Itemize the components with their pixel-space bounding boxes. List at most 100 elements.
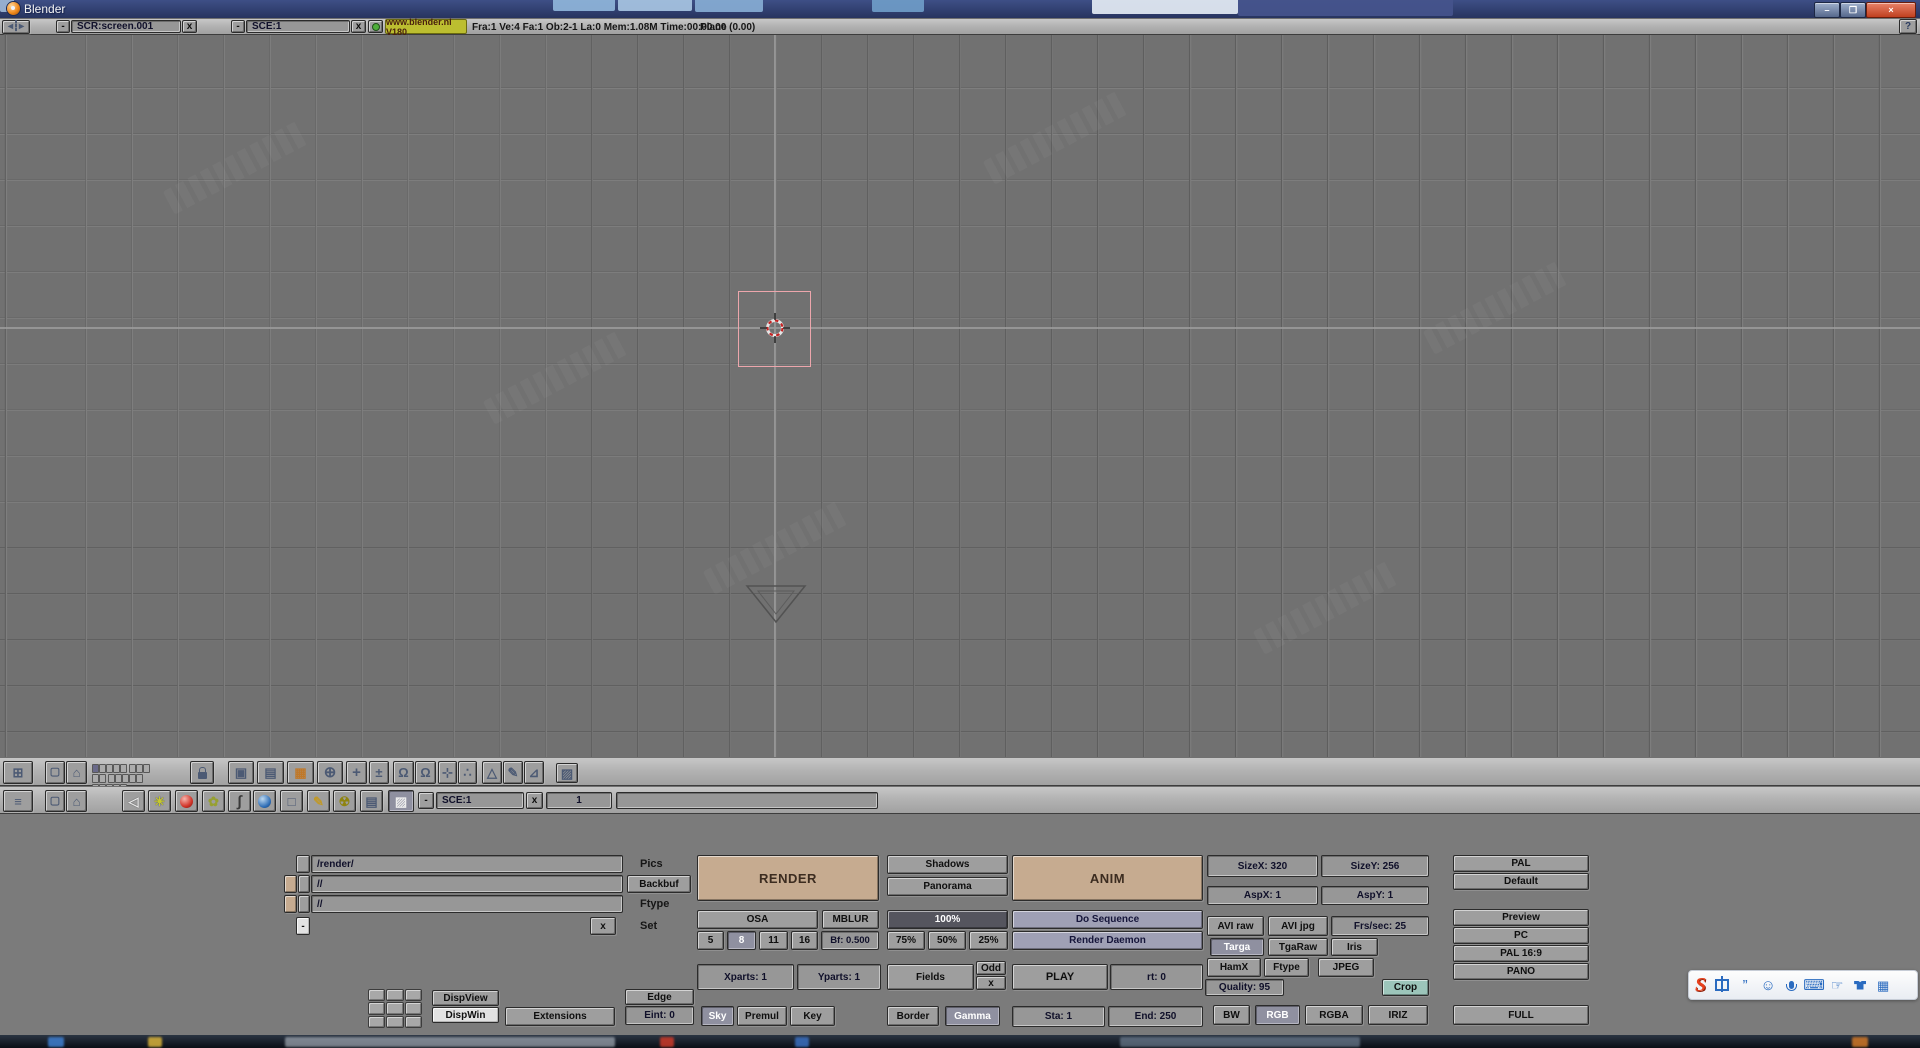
view-buttons-icon[interactable]: ◁	[122, 790, 145, 812]
fields-x-toggle[interactable]: x	[976, 976, 1006, 990]
osa-16-button[interactable]: 16	[791, 931, 818, 950]
edge-toggle[interactable]: Edge	[625, 989, 694, 1005]
anim-button[interactable]: ANIM	[1012, 855, 1203, 901]
pics-path-field[interactable]: /render/	[311, 855, 623, 873]
preset-default-button[interactable]: Default	[1453, 873, 1589, 890]
orange-box-icon[interactable]: ▦	[287, 761, 314, 784]
draw-mode-icon[interactable]: ▣	[228, 761, 254, 784]
blur-factor-field[interactable]: Bf: 0.500	[821, 931, 879, 950]
end-field[interactable]: End: 250	[1108, 1006, 1203, 1027]
full-window-icon[interactable]: ▢	[45, 790, 65, 812]
eint-field[interactable]: Eint: 0	[625, 1006, 694, 1025]
set-minus-button[interactable]: -	[296, 917, 310, 935]
taskbar-icon[interactable]	[795, 1037, 809, 1047]
proportional-edit-icon[interactable]: Ω	[393, 761, 414, 784]
size-100-button[interactable]: 100%	[887, 910, 1008, 929]
bw-button[interactable]: BW	[1213, 1005, 1250, 1025]
face-select-icon[interactable]: △	[482, 761, 502, 784]
full-window-icon[interactable]: ▢	[45, 761, 65, 784]
avi-jpg-button[interactable]: AVI jpg	[1268, 916, 1328, 936]
jpeg-button[interactable]: JPEG	[1318, 958, 1374, 977]
screen-name-field[interactable]: SCR:screen.001	[71, 20, 181, 33]
backbuf-toggle-small[interactable]	[284, 875, 297, 893]
taskbar-window-button[interactable]	[1120, 1037, 1360, 1047]
windows-taskbar[interactable]	[0, 1035, 1920, 1048]
ftype-path-field[interactable]: //	[311, 895, 623, 913]
preset-full-button[interactable]: FULL	[1453, 1005, 1589, 1025]
minimize-button[interactable]: –	[1814, 2, 1840, 18]
render-buttons-icon[interactable]: ▨	[388, 790, 414, 812]
empty-field[interactable]	[616, 792, 878, 809]
ipo-buttons-icon[interactable]: ∫	[228, 790, 251, 812]
lamp-buttons-icon[interactable]: ☀	[148, 790, 171, 812]
quality-field[interactable]: Quality: 95	[1205, 979, 1284, 996]
home-view-icon[interactable]: ⌂	[66, 790, 87, 812]
fields-toggle[interactable]: Fields	[887, 964, 974, 990]
taskbar-window-button[interactable]	[285, 1037, 615, 1047]
set-clear-button[interactable]: x	[590, 917, 616, 935]
preset-pc-button[interactable]: PC	[1453, 927, 1589, 944]
pics-browse-button[interactable]	[296, 855, 310, 873]
punctuation-icon[interactable]: ”	[1738, 978, 1752, 993]
size-25-button[interactable]: 25%	[969, 931, 1008, 950]
camera-object[interactable]	[743, 584, 809, 626]
sizex-field[interactable]: SizeX: 320	[1207, 855, 1318, 877]
taskbar-icon[interactable]	[48, 1037, 64, 1047]
collapse-button[interactable]: -	[418, 792, 434, 809]
mblur-toggle[interactable]: MBLUR	[822, 910, 879, 929]
lock-layers-icon[interactable]	[190, 761, 214, 784]
osa-11-button[interactable]: 11	[759, 931, 788, 950]
rgba-button[interactable]: RGBA	[1305, 1005, 1363, 1025]
skin-icon[interactable]	[1853, 981, 1867, 990]
edit-buttons-icon[interactable]: □	[280, 790, 303, 812]
texture-buttons-icon[interactable]: ✿	[202, 790, 225, 812]
scene-name-field[interactable]: SCE:1	[436, 792, 524, 809]
os-titlebar[interactable]: Blender – ❐ ×	[0, 0, 1920, 18]
scene-name-field[interactable]: SCE:1	[246, 20, 350, 33]
taskbar-icon[interactable]	[1852, 1037, 1868, 1047]
extensions-toggle[interactable]: Extensions	[505, 1007, 615, 1026]
osa-toggle[interactable]: OSA	[697, 910, 818, 929]
ftype-toggle-small[interactable]	[284, 895, 297, 913]
plus-minus-icon[interactable]: ±	[369, 761, 389, 784]
pencil-icon[interactable]: ✎	[503, 761, 523, 784]
voice-input-icon[interactable]	[1784, 981, 1798, 989]
sizey-field[interactable]: SizeY: 256	[1321, 855, 1429, 877]
preset-pano-button[interactable]: PANO	[1453, 963, 1589, 980]
dispwin-toggle[interactable]: DispWin	[432, 1007, 499, 1023]
sky-toggle[interactable]: Sky	[701, 1006, 734, 1026]
preset-preview-button[interactable]: Preview	[1453, 909, 1589, 926]
sogou-logo[interactable]: S	[1695, 974, 1706, 997]
aspy-field[interactable]: AspY: 1	[1321, 886, 1429, 905]
render-button[interactable]: RENDER	[697, 855, 879, 901]
frs-sec-field[interactable]: Frs/sec: 25	[1331, 916, 1429, 936]
translate-manipulator-icon[interactable]: +	[346, 761, 367, 784]
osa-8-button[interactable]: 8	[727, 931, 756, 950]
snap-icon[interactable]: ⊹	[438, 761, 457, 784]
proportional-falloff-icon[interactable]: Ω	[415, 761, 436, 784]
close-button[interactable]: ×	[1866, 2, 1916, 18]
do-sequence-toggle[interactable]: Do Sequence	[1012, 910, 1203, 929]
iriz-button[interactable]: IRIZ	[1368, 1005, 1428, 1025]
cursor-3d[interactable]	[759, 312, 791, 344]
home-view-icon[interactable]: ⌂	[66, 761, 87, 784]
sta-field[interactable]: Sta: 1	[1012, 1006, 1105, 1027]
window-type-icon[interactable]: ◂┇▸	[2, 20, 30, 34]
scene-delete-button[interactable]: x	[351, 20, 366, 33]
lasso-icon[interactable]: ⊿	[524, 761, 544, 784]
preset-pal169-button[interactable]: PAL 16:9	[1453, 945, 1589, 962]
backbuf-button[interactable]: Backbuf	[627, 875, 691, 893]
collapse-button[interactable]: -	[56, 20, 70, 33]
dots-icon[interactable]: ∴	[458, 761, 477, 784]
material-buttons-icon[interactable]	[175, 790, 198, 812]
preset-pal-button[interactable]: PAL	[1453, 855, 1589, 872]
dispview-toggle[interactable]: DispView	[432, 990, 499, 1006]
backbuf-browse-button[interactable]	[298, 875, 310, 893]
panorama-toggle[interactable]: Panorama	[887, 877, 1008, 896]
toolbox-icon[interactable]: ▦	[1876, 979, 1890, 992]
targa-button[interactable]: Targa	[1210, 938, 1264, 956]
play-button[interactable]: PLAY	[1012, 964, 1108, 990]
xparts-field[interactable]: Xparts: 1	[697, 964, 794, 990]
world-buttons-icon[interactable]	[253, 790, 276, 812]
rgb-button[interactable]: RGB	[1255, 1005, 1300, 1025]
